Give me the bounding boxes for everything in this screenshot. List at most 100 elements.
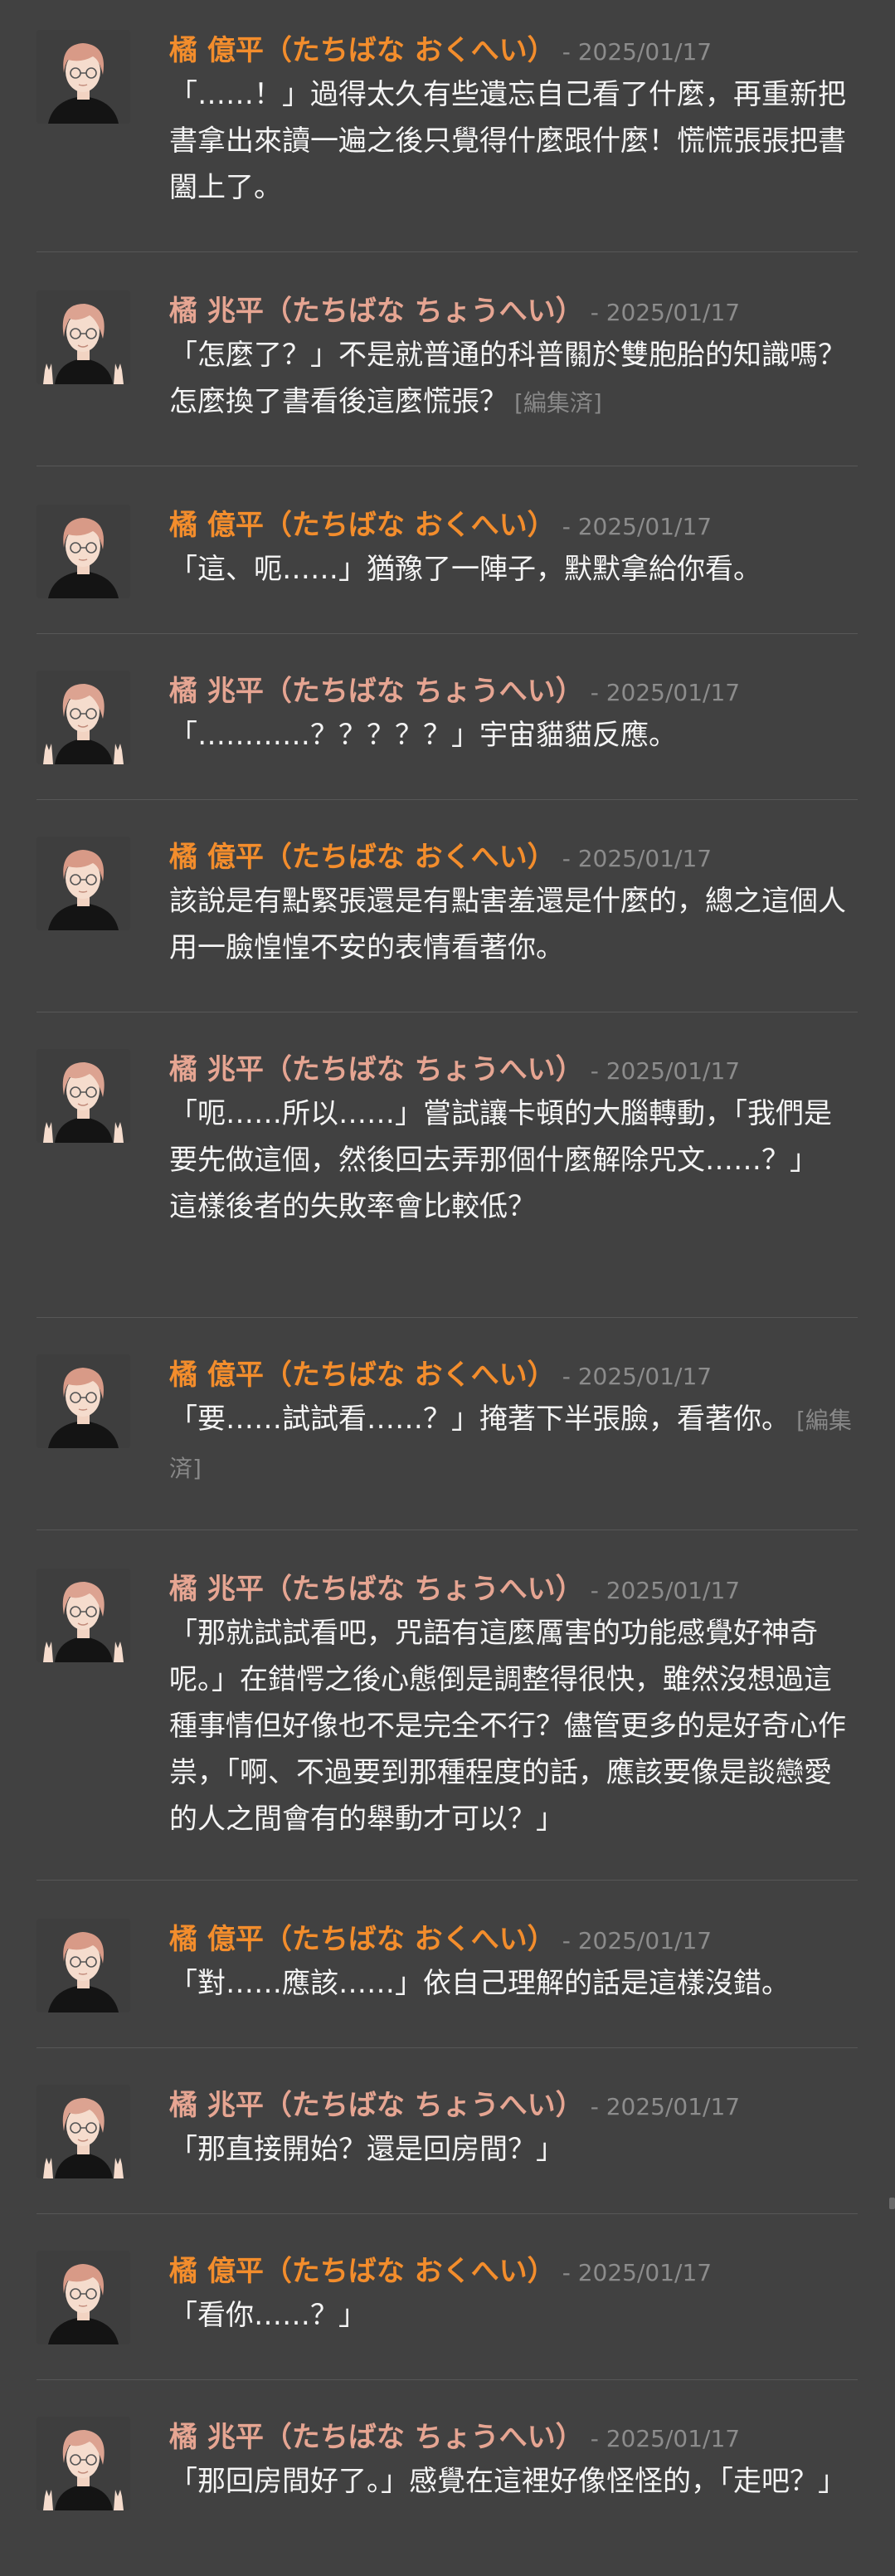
- chat-message: 橘 億平（たちばな おくへい） - 2025/01/17 「這、呃……」猶豫了一陣…: [36, 505, 858, 634]
- okuhei-portrait-icon: [36, 505, 130, 598]
- message-text-content: 「要……試試看……？」掩著下半張臉，看著你。: [169, 1403, 790, 1436]
- speaker-name[interactable]: 橘 兆平（たちばな ちょうへい）: [169, 295, 584, 328]
- message-header: 橘 億平（たちばな おくへい） - 2025/01/17: [169, 2251, 858, 2292]
- message-date: - 2025/01/17: [590, 679, 741, 706]
- avatar-chohei[interactable]: [36, 671, 130, 764]
- message-text: 「那就試試看吧，咒語有這麼厲害的功能感覺好神奇呢。」在錯愕之後心態倒是調整得很快…: [169, 1617, 846, 1836]
- edited-label: [編集済]: [514, 389, 602, 417]
- chat-message: 橘 億平（たちばな おくへい） - 2025/01/17 該說是有點緊張還是有點害…: [36, 837, 858, 1012]
- chat-message: 橘 億平（たちばな おくへい） - 2025/01/17 「對……應該……」依自己…: [36, 1919, 858, 2048]
- message-date: - 2025/01/17: [562, 513, 713, 540]
- speaker-name[interactable]: 橘 億平（たちばな おくへい）: [169, 34, 556, 67]
- okuhei-portrait-icon: [36, 1919, 130, 2013]
- message-body: 橘 億平（たちばな おくへい） - 2025/01/17 「要……試試看……？」掩…: [169, 1354, 858, 1492]
- message-body: 橘 億平（たちばな おくへい） - 2025/01/17 「……！」過得太久有些遺…: [169, 30, 858, 211]
- chat-message: 橘 兆平（たちばな ちょうへい） - 2025/01/17 「怎麼了？」不是就普通…: [36, 290, 858, 466]
- message-date: - 2025/01/17: [562, 1927, 713, 1954]
- chohei-portrait-icon: [36, 671, 130, 764]
- message-header: 橘 億平（たちばな おくへい） - 2025/01/17: [169, 1919, 858, 1960]
- message-text: 「呃……所以……」嘗試讓卡頓的大腦轉動，「我們是要先做這個，然後回去弄那個什麼解…: [169, 1097, 832, 1223]
- message-text: 「那回房間好了。」感覺在這裡好像怪怪的，「走吧？」: [169, 2465, 846, 2498]
- okuhei-portrait-icon: [36, 2251, 130, 2344]
- message-header: 橘 億平（たちばな おくへい） - 2025/01/17: [169, 1354, 858, 1396]
- chohei-portrait-icon: [36, 290, 130, 384]
- message-body: 橘 兆平（たちばな ちょうへい） - 2025/01/17 「怎麼了？」不是就普通…: [169, 290, 858, 427]
- speaker-name[interactable]: 橘 億平（たちばな おくへい）: [169, 1359, 556, 1392]
- message-body: 橘 兆平（たちばな ちょうへい） - 2025/01/17 「呃……所以……」嘗試…: [169, 1049, 858, 1230]
- message-header: 橘 億平（たちばな おくへい） - 2025/01/17: [169, 30, 858, 71]
- avatar-okuhei[interactable]: [36, 837, 130, 930]
- chohei-portrait-icon: [36, 2085, 130, 2178]
- avatar-okuhei[interactable]: [36, 505, 130, 598]
- message-date: - 2025/01/17: [562, 1363, 713, 1390]
- message-header: 橘 兆平（たちばな ちょうへい） - 2025/01/17: [169, 1049, 858, 1090]
- message-text: 「……！」過得太久有些遺忘自己看了什麼，再重新把書拿出來讀一遍之後只覺得什麼跟什…: [169, 78, 846, 204]
- message-body: 橘 兆平（たちばな ちょうへい） - 2025/01/17 「那就試試看吧，咒語有…: [169, 1569, 858, 1842]
- message-text-content: 「怎麼了？」不是就普通的科普關於雙胞胎的知識嗎？怎麼換了書看後這麼慌張？: [169, 339, 846, 418]
- speaker-name[interactable]: 橘 億平（たちばな おくへい）: [169, 841, 556, 874]
- chat-message: 橘 兆平（たちばな ちょうへい） - 2025/01/17 「那直接開始？還是回房…: [36, 2085, 858, 2214]
- message-body: 橘 兆平（たちばな ちょうへい） - 2025/01/17 「那直接開始？還是回房…: [169, 2085, 858, 2173]
- message-date: - 2025/01/17: [590, 2425, 741, 2452]
- message-text: 「…………？？？？？」宇宙貓貓反應。: [169, 719, 677, 752]
- okuhei-portrait-icon: [36, 30, 130, 124]
- avatar-chohei[interactable]: [36, 1569, 130, 1662]
- speaker-name[interactable]: 橘 億平（たちばな おくへい）: [169, 509, 556, 542]
- message-date: - 2025/01/17: [562, 38, 713, 66]
- speaker-name[interactable]: 橘 兆平（たちばな ちょうへい）: [169, 675, 584, 708]
- message-date: - 2025/01/17: [590, 299, 741, 326]
- message-text: 該說是有點緊張還是有點害羞還是什麼的，總之這個人用一臉惶惶不安的表情看著你。: [169, 885, 846, 964]
- message-text: 「對……應該……」依自己理解的話是這樣沒錯。: [169, 1967, 790, 2000]
- speaker-name[interactable]: 橘 兆平（たちばな ちょうへい）: [169, 2421, 584, 2454]
- message-header: 橘 兆平（たちばな ちょうへい） - 2025/01/17: [169, 671, 858, 712]
- chohei-portrait-icon: [36, 2417, 130, 2510]
- avatar-okuhei[interactable]: [36, 30, 130, 124]
- message-text: 「這、呃……」猶豫了一陣子，默默拿給你看。: [169, 553, 761, 586]
- speaker-name[interactable]: 橘 兆平（たちばな ちょうへい）: [169, 1053, 584, 1086]
- message-body: 橘 兆平（たちばな ちょうへい） - 2025/01/17 「…………？？？？？」…: [169, 671, 858, 759]
- message-body: 橘 億平（たちばな おくへい） - 2025/01/17 該說是有點緊張還是有點害…: [169, 837, 858, 971]
- chohei-portrait-icon: [36, 1569, 130, 1662]
- message-body: 橘 兆平（たちばな ちょうへい） - 2025/01/17 「那回房間好了。」感覺…: [169, 2417, 858, 2505]
- message-text: 「看你……？」: [169, 2299, 367, 2332]
- chat-message: 橘 兆平（たちばな ちょうへい） - 2025/01/17 「…………？？？？？」…: [36, 671, 858, 800]
- chat-message: 橘 億平（たちばな おくへい） - 2025/01/17 「要……試試看……？」掩…: [36, 1354, 858, 1530]
- chat-message: 橘 兆平（たちばな ちょうへい） - 2025/01/17 「那回房間好了。」感覺…: [36, 2417, 858, 2576]
- message-date: - 2025/01/17: [590, 2093, 741, 2120]
- speaker-name[interactable]: 橘 兆平（たちばな ちょうへい）: [169, 1573, 584, 1606]
- avatar-okuhei[interactable]: [36, 2251, 130, 2344]
- avatar-okuhei[interactable]: [36, 1919, 130, 2013]
- message-header: 橘 兆平（たちばな ちょうへい） - 2025/01/17: [169, 1569, 858, 1610]
- message-header: 橘 億平（たちばな おくへい） - 2025/01/17: [169, 837, 858, 878]
- okuhei-portrait-icon: [36, 1354, 130, 1448]
- message-date: - 2025/01/17: [590, 1057, 741, 1085]
- message-date: - 2025/01/17: [562, 845, 713, 872]
- message-text: 「那直接開始？還是回房間？」: [169, 2133, 564, 2166]
- avatar-okuhei[interactable]: [36, 1354, 130, 1448]
- avatar-chohei[interactable]: [36, 2417, 130, 2510]
- message-header: 橘 億平（たちばな おくへい） - 2025/01/17: [169, 505, 858, 546]
- chat-message: 橘 兆平（たちばな ちょうへい） - 2025/01/17 「呃……所以……」嘗試…: [36, 1049, 858, 1318]
- message-date: - 2025/01/17: [562, 2259, 713, 2286]
- message-header: 橘 兆平（たちばな ちょうへい） - 2025/01/17: [169, 290, 858, 332]
- avatar-chohei[interactable]: [36, 1049, 130, 1143]
- chat-message: 橘 億平（たちばな おくへい） - 2025/01/17 「看你……？」: [36, 2251, 858, 2380]
- avatar-chohei[interactable]: [36, 2085, 130, 2178]
- okuhei-portrait-icon: [36, 837, 130, 930]
- message-header: 橘 兆平（たちばな ちょうへい） - 2025/01/17: [169, 2085, 858, 2126]
- chat-message: 橘 億平（たちばな おくへい） - 2025/01/17 「……！」過得太久有些遺…: [36, 30, 858, 252]
- message-header: 橘 兆平（たちばな ちょうへい） - 2025/01/17: [169, 2417, 858, 2458]
- message-body: 橘 億平（たちばな おくへい） - 2025/01/17 「對……應該……」依自己…: [169, 1919, 858, 2007]
- speaker-name[interactable]: 橘 兆平（たちばな ちょうへい）: [169, 2089, 584, 2122]
- scrollbar-thumb[interactable]: [889, 2198, 895, 2209]
- chat-log: 橘 億平（たちばな おくへい） - 2025/01/17 「……！」過得太久有些遺…: [0, 0, 895, 2576]
- message-date: - 2025/01/17: [590, 1577, 741, 1604]
- chohei-portrait-icon: [36, 1049, 130, 1143]
- message-text: 「要……試試看……？」掩著下半張臉，看著你。 [編集済]: [169, 1396, 858, 1492]
- speaker-name[interactable]: 橘 億平（たちばな おくへい）: [169, 1923, 556, 1956]
- chat-message: 橘 兆平（たちばな ちょうへい） - 2025/01/17 「那就試試看吧，咒語有…: [36, 1569, 858, 1881]
- message-body: 橘 億平（たちばな おくへい） - 2025/01/17 「看你……？」: [169, 2251, 858, 2339]
- avatar-chohei[interactable]: [36, 290, 130, 384]
- message-text: 「怎麼了？」不是就普通的科普關於雙胞胎的知識嗎？怎麼換了書看後這麼慌張？ [編集済…: [169, 332, 858, 427]
- speaker-name[interactable]: 橘 億平（たちばな おくへい）: [169, 2255, 556, 2288]
